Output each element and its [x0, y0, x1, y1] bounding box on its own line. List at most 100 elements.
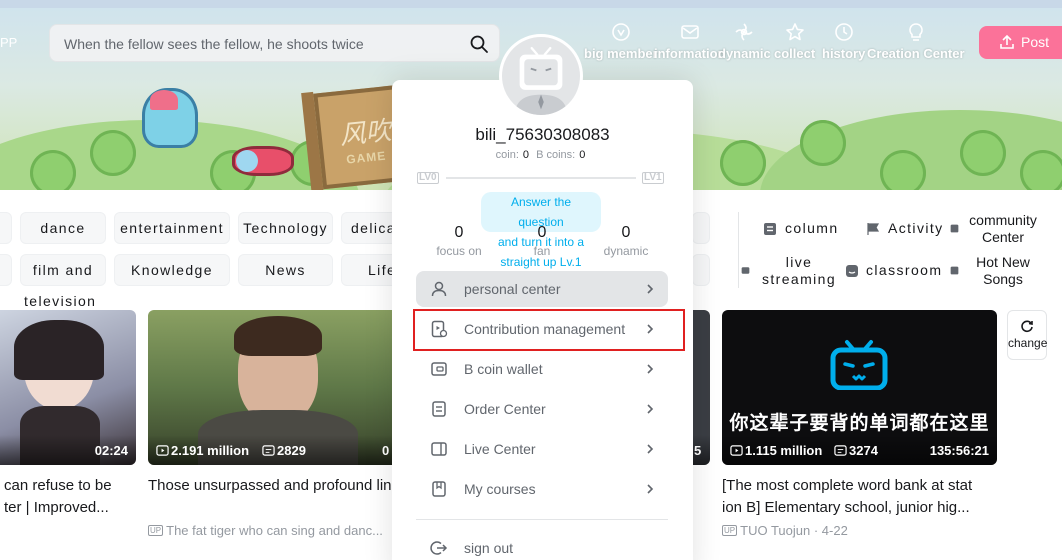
stat-dynamic-label: dynamic	[603, 244, 649, 258]
play-count-icon	[156, 445, 169, 456]
stat-fan-count[interactable]: 0	[502, 224, 582, 242]
default-avatar-icon	[515, 46, 567, 115]
stat-focus-count[interactable]: 0	[419, 224, 499, 242]
video-thumbnail[interactable]: 02:24	[0, 310, 136, 465]
category-partial[interactable]	[0, 212, 12, 244]
highlight-box	[413, 309, 685, 351]
order-icon	[432, 401, 446, 417]
category-knowledge[interactable]: Knowledge	[114, 254, 230, 286]
coin-balance: coin: 0 B coins: 0	[495, 149, 586, 161]
views-stat: 2.191 million	[156, 443, 249, 458]
chevron-right-icon	[647, 444, 654, 454]
side-link-column[interactable]: column	[763, 220, 839, 236]
side-link-hot-new-songs[interactable]: Hot New Songs	[962, 254, 1044, 288]
side-link-community-center[interactable]: community Center	[962, 212, 1044, 246]
level-progress-bar	[446, 177, 636, 179]
menu-b-coin-wallet[interactable]: B coin wallet	[416, 351, 668, 387]
side-link-classroom[interactable]: classroom	[845, 262, 942, 278]
category-partial[interactable]	[692, 212, 710, 244]
upload-icon	[1000, 34, 1014, 49]
star-icon	[785, 23, 804, 41]
danmaku-icon	[834, 445, 847, 456]
category-partial[interactable]	[0, 254, 12, 286]
courses-icon	[432, 481, 446, 497]
post-button[interactable]: Post	[979, 26, 1062, 59]
search-icon[interactable]	[469, 34, 489, 54]
side-link-live-streaming[interactable]: live streaming	[756, 254, 842, 288]
chevron-right-icon	[647, 404, 654, 414]
change-button[interactable]: change	[1007, 310, 1047, 360]
video-title[interactable]: Those unsurpassed and profound lin es in…	[148, 475, 398, 497]
category-divider	[738, 212, 739, 288]
menu-my-courses[interactable]: My courses	[416, 471, 668, 507]
level-current-badge: LV0	[417, 172, 439, 184]
live-icon	[431, 442, 447, 456]
stat-fan-label: fan	[533, 244, 551, 258]
category-technology[interactable]: Technology	[238, 212, 333, 244]
level-next-badge: LV1	[642, 172, 664, 184]
video-date: 4-22	[821, 523, 848, 538]
username[interactable]: bili_75630308083	[392, 125, 693, 145]
nav-creation-center[interactable]: Creation Center	[867, 22, 965, 62]
video-duration: 02:24	[94, 443, 128, 458]
clock-icon	[834, 23, 853, 41]
menu-personal-center[interactable]: personal center	[416, 271, 668, 307]
chevron-right-icon	[647, 284, 654, 294]
views-stat: 1.115 million	[730, 443, 822, 458]
up-badge: UP	[148, 525, 164, 536]
category-news[interactable]: News	[238, 254, 333, 286]
nav-history[interactable]: history	[822, 22, 865, 62]
play-count-icon	[730, 445, 743, 456]
nav-big-member[interactable]: big member	[584, 22, 658, 62]
dynamic-icon	[735, 23, 753, 41]
video-title[interactable]: [The most complete word bank at stat ion…	[722, 475, 982, 519]
music-icon	[950, 266, 959, 275]
flag-icon	[867, 223, 880, 235]
up-badge: UP	[722, 525, 738, 536]
mail-icon	[680, 25, 699, 39]
menu-order-center[interactable]: Order Center	[416, 391, 668, 427]
danmaku-icon	[262, 445, 275, 456]
comments-stat: 3274	[834, 443, 878, 458]
search-input[interactable]	[64, 34, 464, 54]
video-cover-text: 你这辈子要背的单词都在这里	[729, 413, 990, 434]
video-author[interactable]: UP The fat tiger who can sing and danc...	[148, 523, 398, 538]
category-film-and-television-line2[interactable]: television	[24, 293, 96, 309]
video-thumbnail[interactable]: 2.191 million 2829 0	[148, 310, 398, 465]
video-thumbnail[interactable]: 你这辈子要背的单词都在这里 1.115 million 3274 135:56:…	[722, 310, 997, 465]
video-title[interactable]: can refuse to be ter | Improved...	[4, 475, 144, 519]
comments-stat: 2829	[262, 443, 306, 458]
video-duration: 135:56:21	[929, 443, 989, 458]
category-entertainment[interactable]: entertainment	[114, 212, 230, 244]
community-icon	[950, 224, 959, 233]
chevron-right-icon	[647, 484, 654, 494]
video-duration: 0	[382, 443, 390, 458]
live-icon	[741, 267, 750, 274]
refresh-icon	[1021, 320, 1033, 333]
nav-information[interactable]: information	[654, 22, 726, 62]
menu-divider	[416, 519, 668, 520]
search-box[interactable]	[49, 24, 500, 62]
category-film-and-television[interactable]: film and	[20, 254, 106, 286]
nav-collect[interactable]: collect	[774, 22, 815, 62]
video-author[interactable]: UP TUO Tuojun · 4-22	[722, 523, 848, 538]
user-icon	[431, 281, 447, 297]
menu-sign-out[interactable]: sign out	[416, 530, 668, 560]
stat-dynamic-count[interactable]: 0	[586, 224, 666, 242]
bilibili-tv-logo	[830, 340, 888, 390]
side-link-activity[interactable]: Activity	[866, 220, 944, 236]
download-app-link[interactable]: PP	[0, 35, 17, 50]
wallet-icon	[431, 362, 447, 376]
nav-dynamic[interactable]: dynamic	[718, 22, 771, 62]
menu-live-center[interactable]: Live Center	[416, 431, 668, 467]
avatar[interactable]	[499, 34, 583, 118]
stat-focus-label: focus on	[436, 244, 482, 258]
column-icon	[764, 223, 776, 235]
video-thumbnail[interactable]: 5	[692, 310, 710, 465]
logout-icon	[430, 541, 448, 555]
lightbulb-icon	[908, 23, 923, 41]
classroom-icon	[846, 265, 858, 277]
category-dance[interactable]: dance	[20, 212, 106, 244]
category-partial[interactable]	[692, 254, 710, 286]
chevron-right-icon	[647, 364, 654, 374]
